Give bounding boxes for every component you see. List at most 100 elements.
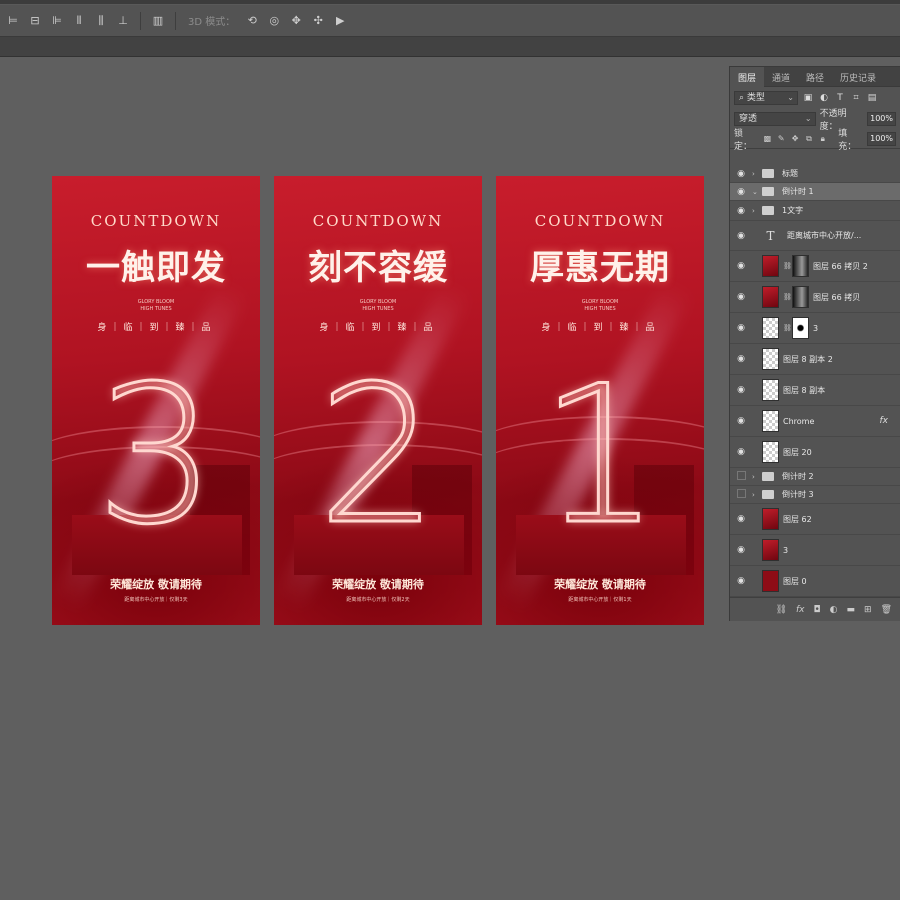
lock-paint-icon[interactable]: ✎	[777, 134, 786, 144]
layer-row[interactable]: ◉ ⛓ 图层 66 拷贝 2	[730, 251, 900, 282]
opacity-input[interactable]: 100%	[867, 112, 896, 126]
mask-thumbnail[interactable]	[792, 286, 809, 308]
document-tab-strip[interactable]	[0, 37, 900, 57]
3d-slide-icon[interactable]: ✣	[309, 12, 327, 30]
fx-icon[interactable]: fx	[880, 416, 889, 426]
link-layers-icon[interactable]: ⛓	[776, 605, 787, 615]
lock-position-icon[interactable]: ✥	[791, 134, 800, 144]
chevron-right-icon[interactable]: ›	[752, 491, 762, 499]
align-vcenter-icon[interactable]: ⫼	[92, 12, 110, 30]
layer-row[interactable]: ◉ 图层 0	[730, 566, 900, 597]
poster-countdown-2[interactable]: COUNTDOWN 刻不容缓 GLORY BLOOM HIGH TUNES 身｜临…	[274, 176, 482, 625]
layer-row[interactable]: ◉ 图层 8 副本 2	[730, 344, 900, 375]
distribute-icon[interactable]: ⫴	[70, 12, 88, 30]
3d-scale-icon[interactable]: ▶	[331, 12, 349, 30]
lock-label: 锁定：	[734, 128, 753, 152]
mask-thumbnail[interactable]	[792, 255, 809, 277]
filter-pixel-icon[interactable]: ▣	[802, 92, 814, 104]
auto-align-icon[interactable]: ▥	[149, 12, 167, 30]
text-layer-icon: T	[766, 228, 775, 243]
layer-thumbnail	[762, 539, 779, 561]
eye-icon[interactable]: ◉	[730, 187, 752, 197]
layer-row[interactable]: ◉ › 标题	[730, 165, 900, 183]
layer-row[interactable]: ◉ 图层 62	[730, 504, 900, 535]
fx-icon[interactable]: fx	[796, 605, 805, 615]
layer-row[interactable]: ◉ 3	[730, 535, 900, 566]
layer-row[interactable]: › 倒计时 2	[730, 468, 900, 486]
adjustment-layer-icon[interactable]: ◐	[830, 605, 838, 615]
eye-icon[interactable]: ◉	[730, 292, 752, 302]
eye-icon[interactable]: ◉	[730, 447, 752, 457]
layer-row[interactable]: ◉ 图层 20	[730, 437, 900, 468]
trash-icon[interactable]: 🗑︎	[881, 605, 892, 615]
filter-shape-icon[interactable]: ⌗	[850, 92, 862, 104]
3d-roll-icon[interactable]: ◎	[265, 12, 283, 30]
chevron-right-icon[interactable]: ›	[752, 473, 762, 481]
mask-thumbnail[interactable]	[792, 317, 809, 339]
layer-row[interactable]: › 倒计时 3	[730, 486, 900, 504]
new-group-icon[interactable]: ▬	[847, 605, 856, 615]
eye-icon[interactable]: ◉	[730, 206, 752, 216]
slogan: 身｜临｜到｜臻｜品	[97, 323, 215, 333]
layer-name: 图层 66 拷贝 2	[813, 261, 868, 271]
eye-icon[interactable]: ◉	[730, 514, 752, 524]
countdown-title: COUNTDOWN	[534, 212, 666, 230]
filter-adjustment-icon[interactable]: ◐	[818, 92, 830, 104]
eye-hidden-icon[interactable]	[730, 470, 752, 483]
tab-paths[interactable]: 路径	[798, 67, 832, 87]
layer-name: 图层 8 副本 2	[783, 354, 833, 364]
layer-row[interactable]: ◉ ⛓ 3	[730, 313, 900, 344]
align-left-icon[interactable]: ⊨	[4, 12, 22, 30]
layer-row[interactable]: ◉ ⛓ 图层 66 拷贝	[730, 282, 900, 313]
tab-channels[interactable]: 通道	[764, 67, 798, 87]
layer-row[interactable]: ◉ 图层 8 副本	[730, 375, 900, 406]
eye-icon[interactable]: ◉	[730, 416, 752, 426]
layer-row[interactable]: ◉ Chrome fx	[730, 406, 900, 437]
eye-icon[interactable]: ◉	[730, 169, 752, 179]
blend-mode-dropdown[interactable]: 穿透 ⌄	[734, 112, 816, 126]
lock-artboard-icon[interactable]: ⧉	[805, 134, 814, 144]
eye-icon[interactable]: ◉	[730, 323, 752, 333]
add-mask-icon[interactable]: ◘	[814, 605, 821, 615]
folder-open-icon	[762, 187, 774, 196]
chevron-right-icon[interactable]: ›	[752, 170, 762, 178]
bottom-subtitle: 距离城市中心开放｜仅剩3天	[124, 597, 188, 603]
fill-input[interactable]: 100%	[867, 131, 897, 146]
eye-hidden-icon[interactable]	[730, 488, 752, 501]
align-center-h-icon[interactable]: ⊟	[26, 12, 44, 30]
eye-icon[interactable]: ◉	[730, 231, 752, 241]
eye-icon[interactable]: ◉	[730, 576, 752, 586]
layer-name: 3	[813, 323, 819, 333]
tab-layers[interactable]: 图层	[730, 67, 765, 87]
lock-all-icon[interactable]: 🔒︎	[818, 134, 827, 144]
poster-countdown-3[interactable]: COUNTDOWN 一触即发 GLORY BLOOM HIGH TUNES 身｜临…	[52, 176, 260, 625]
new-layer-icon[interactable]: ⊞	[864, 605, 872, 615]
layer-row[interactable]: ◉ ⌄ 倒计时 1	[730, 183, 900, 201]
filter-type-icon[interactable]: T	[834, 92, 846, 104]
3d-orbit-icon[interactable]: ⟲	[243, 12, 261, 30]
eye-icon[interactable]: ◉	[730, 385, 752, 395]
align-bottom-icon[interactable]: ⊥	[114, 12, 132, 30]
search-icon: ⌕	[739, 93, 747, 103]
3d-pan-icon[interactable]: ✥	[287, 12, 305, 30]
layer-thumbnail	[762, 286, 779, 308]
eye-icon[interactable]: ◉	[730, 261, 752, 271]
lock-row: 锁定： ▩ ✎ ✥ ⧉ 🔒︎ 填充： 100%	[730, 128, 900, 152]
eye-icon[interactable]: ◉	[730, 354, 752, 364]
layer-name: 倒计时 3	[782, 490, 814, 499]
eye-icon[interactable]: ◉	[730, 545, 752, 555]
chevron-right-icon[interactable]: ›	[752, 207, 762, 215]
chevron-down-icon[interactable]: ⌄	[752, 188, 762, 196]
options-bar: ⊨ ⊟ ⊫ ⫴ ⫼ ⊥ ▥ 3D 模式： ⟲ ◎ ✥ ✣ ▶	[0, 5, 900, 37]
headline: 刻不容缓	[308, 248, 448, 288]
glory-text: GLORY BLOOM HIGH TUNES	[52, 299, 260, 313]
layer-row[interactable]: ◉ T 距离城市中心开放/...	[730, 221, 900, 251]
poster-countdown-1[interactable]: COUNTDOWN 厚惠无期 GLORY BLOOM HIGH TUNES 身｜临…	[496, 176, 704, 625]
layers-panel: 图层 通道 路径 历史记录 ⌕ 类型 ⌄ ▣ ◐ T ⌗ ▤ 穿透 ⌄ 不透明度： …	[729, 66, 900, 621]
lock-transparent-icon[interactable]: ▩	[763, 134, 772, 144]
align-right-icon[interactable]: ⊫	[48, 12, 66, 30]
filter-smart-object-icon[interactable]: ▤	[866, 92, 878, 104]
layer-row[interactable]: ◉ › 1文字	[730, 201, 900, 221]
tab-history[interactable]: 历史记录	[832, 67, 884, 87]
filter-kind-dropdown[interactable]: ⌕ 类型 ⌄	[734, 91, 798, 105]
